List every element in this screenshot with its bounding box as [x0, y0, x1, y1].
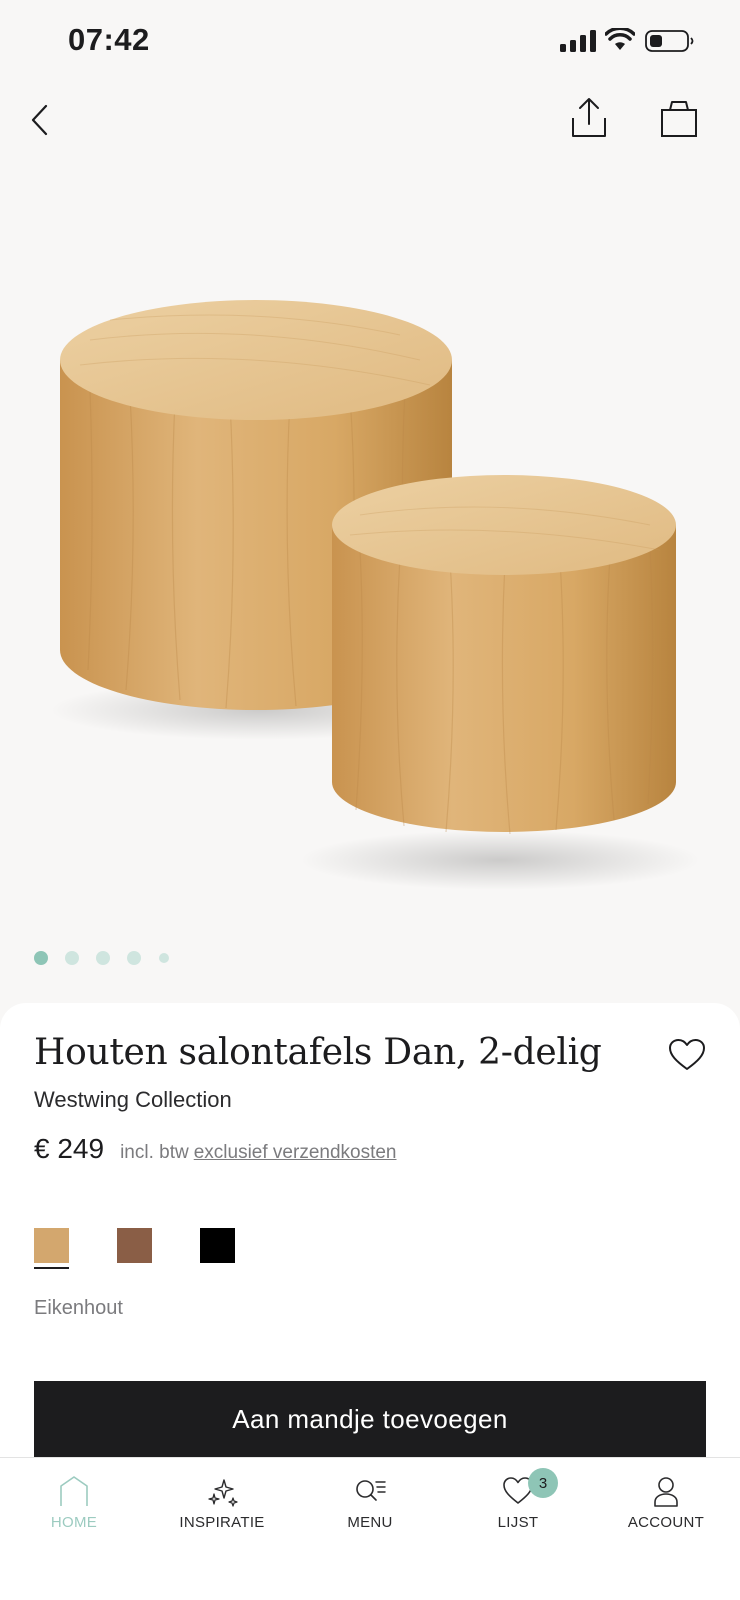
- user-icon: [654, 1477, 678, 1507]
- status-time: 07:42: [68, 22, 150, 57]
- add-to-cart-button[interactable]: Aan mandje toevoegen: [34, 1381, 706, 1457]
- home-icon: [60, 1476, 88, 1506]
- back-icon[interactable]: [26, 100, 56, 140]
- shopping-bag-icon[interactable]: [658, 98, 700, 138]
- vat-note: incl. btw: [120, 1142, 189, 1163]
- selected-swatch-indicator: [34, 1267, 69, 1269]
- tab-lijst-label: LIJST: [497, 1514, 539, 1531]
- carousel-dot[interactable]: [96, 951, 110, 965]
- heart-icon[interactable]: [668, 1038, 706, 1072]
- carousel-dot[interactable]: [127, 951, 141, 965]
- carousel-dot[interactable]: [159, 953, 169, 963]
- search-menu-icon: [356, 1480, 386, 1501]
- tab-account[interactable]: ACCOUNT: [592, 1458, 740, 1558]
- color-swatch-brown[interactable]: [117, 1228, 152, 1263]
- tab-inspiratie-label: INSPIRATIE: [179, 1514, 265, 1531]
- bottom-nav: HOME INSPIRATIE MENU 3 LIJST ACCOUNT: [0, 1457, 740, 1600]
- tab-menu-label: MENU: [347, 1514, 393, 1531]
- color-swatch-black[interactable]: [200, 1228, 235, 1263]
- product-title: Houten salontafels Dan, 2-delig: [34, 1032, 602, 1073]
- wifi-icon: [605, 28, 635, 50]
- carousel-dot[interactable]: [65, 951, 79, 965]
- tab-menu[interactable]: MENU: [296, 1458, 444, 1558]
- selected-variant-name: Eikenhout: [34, 1297, 123, 1319]
- carousel-dot-active[interactable]: [34, 951, 48, 965]
- shipping-link[interactable]: exclusief verzendkosten: [194, 1142, 397, 1164]
- tab-lijst[interactable]: 3 LIJST: [444, 1458, 592, 1558]
- tab-home-label: HOME: [50, 1514, 98, 1531]
- product-image[interactable]: [0, 170, 740, 970]
- brand-name[interactable]: Westwing Collection: [34, 1087, 232, 1113]
- color-swatch-oak[interactable]: [34, 1228, 69, 1263]
- status-bar: 07:42: [0, 0, 740, 84]
- tab-account-label: ACCOUNT: [627, 1514, 705, 1531]
- price-row: € 249 incl. btw exclusief verzendkosten: [34, 1133, 397, 1165]
- wishlist-count-badge: 3: [528, 1468, 558, 1498]
- price: € 249: [34, 1133, 105, 1164]
- battery-icon: [645, 30, 694, 52]
- share-icon[interactable]: [568, 96, 610, 140]
- tab-home[interactable]: HOME: [0, 1458, 148, 1558]
- tab-inspiratie[interactable]: INSPIRATIE: [148, 1458, 296, 1558]
- signal-icon: [560, 30, 596, 52]
- sparkle-icon: [208, 1479, 238, 1507]
- top-nav: [0, 90, 740, 150]
